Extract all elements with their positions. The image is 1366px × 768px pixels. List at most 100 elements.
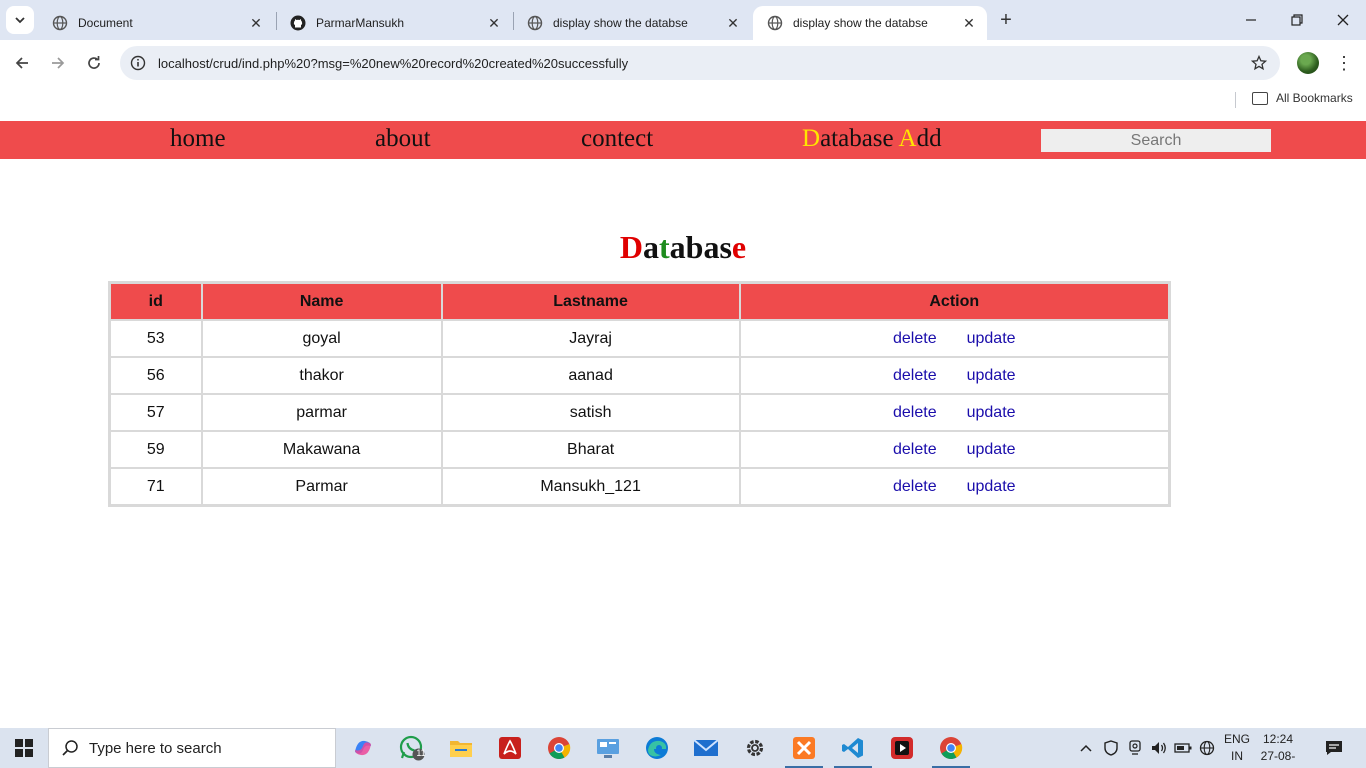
delete-link[interactable]: delete — [893, 441, 937, 458]
title-letter: s — [719, 229, 732, 265]
media-player-icon[interactable] — [887, 733, 917, 763]
cell-name: goyal — [201, 320, 442, 357]
reload-button[interactable] — [80, 49, 108, 77]
bookmarks-divider — [1235, 92, 1236, 108]
delete-link[interactable]: delete — [893, 478, 937, 495]
update-link[interactable]: update — [967, 441, 1016, 458]
tray-overflow-chevron-icon[interactable] — [1077, 728, 1095, 768]
header-id: id — [110, 283, 202, 320]
close-window-button[interactable] — [1320, 0, 1366, 40]
more-menu-icon[interactable]: ⋮ — [1334, 50, 1354, 76]
control-panel-icon[interactable] — [593, 733, 623, 763]
globe-icon — [52, 15, 68, 31]
nav-contect-link[interactable]: contect — [581, 125, 653, 153]
tab-github[interactable]: ParmarMansukh ✕ — [276, 6, 512, 40]
close-icon[interactable]: ✕ — [248, 15, 264, 31]
whatsapp-badge: 11 — [416, 748, 426, 758]
vscode-icon[interactable] — [838, 733, 868, 763]
chevron-down-icon — [15, 17, 25, 24]
tab-label: display show the databse — [793, 16, 928, 30]
header-name: Name — [201, 283, 442, 320]
back-button[interactable] — [8, 49, 36, 77]
github-icon — [290, 15, 306, 31]
cell-action: delete update — [739, 468, 1169, 505]
table-row: 57 parmar satish delete update — [110, 394, 1169, 431]
search-icon — [62, 740, 78, 756]
acrobat-icon[interactable] — [495, 733, 525, 763]
nav-about-link[interactable]: about — [375, 125, 431, 153]
tab-document[interactable]: Document ✕ — [38, 6, 274, 40]
xampp-icon[interactable] — [789, 733, 819, 763]
volume-icon[interactable] — [1148, 728, 1170, 768]
tab-display-database-active[interactable]: display show the databse ✕ — [753, 6, 987, 40]
notifications-icon[interactable] — [1322, 728, 1346, 768]
network-globe-icon[interactable] — [1196, 728, 1218, 768]
arrow-right-icon — [52, 57, 65, 69]
region-code: IN — [1231, 749, 1243, 763]
nav-text: dd — [916, 125, 942, 152]
restore-icon — [1291, 14, 1303, 26]
system-clock[interactable]: 12:24 27-08-24 — [1256, 731, 1300, 768]
settings-gear-icon[interactable] — [740, 733, 770, 763]
chrome-icon[interactable] — [544, 733, 574, 763]
update-link[interactable]: update — [967, 367, 1016, 384]
cell-lastname: Mansukh_121 — [441, 468, 740, 505]
update-link[interactable]: update — [967, 478, 1016, 495]
delete-link[interactable]: delete — [893, 330, 937, 347]
nav-home-link[interactable]: home — [170, 125, 226, 153]
close-icon[interactable]: ✕ — [725, 15, 741, 31]
cell-id: 57 — [110, 394, 202, 431]
edge-icon[interactable] — [642, 733, 672, 763]
all-bookmarks-label: All Bookmarks — [1276, 91, 1353, 105]
tab-search-button[interactable] — [6, 6, 34, 34]
chrome-icon[interactable] — [936, 733, 966, 763]
nav-database-add-link[interactable]: Database Add — [802, 125, 942, 153]
forward-button[interactable] — [44, 49, 72, 77]
whatsapp-icon[interactable]: 11 — [397, 733, 427, 763]
search-input[interactable] — [1041, 129, 1271, 152]
update-link[interactable]: update — [967, 404, 1016, 421]
cell-name: parmar — [201, 394, 442, 431]
mail-icon[interactable] — [691, 733, 721, 763]
copilot-icon[interactable] — [348, 733, 378, 763]
start-button[interactable] — [0, 728, 48, 768]
input-language-indicator[interactable]: ENG IN — [1222, 731, 1252, 765]
close-icon[interactable]: ✕ — [961, 15, 977, 31]
browser-toolbar: localhost/crud/ind.php%20?msg=%20new%20r… — [0, 40, 1366, 86]
cell-lastname: Bharat — [441, 431, 740, 468]
minimize-button[interactable] — [1228, 0, 1274, 40]
cell-id: 56 — [110, 357, 202, 394]
globe-icon — [527, 15, 543, 31]
reload-icon — [88, 56, 100, 69]
bookmark-star-icon[interactable] — [1250, 54, 1268, 72]
highlight-letter-a: A — [898, 125, 917, 152]
delete-link[interactable]: delete — [893, 367, 937, 384]
bookmarks-bar: All Bookmarks — [0, 86, 1366, 114]
new-tab-button[interactable]: + — [994, 8, 1018, 32]
update-link[interactable]: update — [967, 330, 1016, 347]
close-icon[interactable]: ✕ — [486, 15, 502, 31]
folder-icon — [1252, 91, 1268, 105]
webcam-icon[interactable] — [1124, 728, 1146, 768]
globe-icon — [767, 15, 783, 31]
file-explorer-icon[interactable] — [446, 733, 476, 763]
site-navbar: home about contect Database Add — [0, 121, 1366, 159]
battery-icon[interactable] — [1172, 728, 1194, 768]
header-action: Action — [739, 283, 1169, 320]
site-info-icon[interactable] — [130, 55, 146, 71]
profile-avatar[interactable] — [1297, 52, 1319, 74]
restore-button[interactable] — [1274, 0, 1320, 40]
all-bookmarks-button[interactable]: All Bookmarks — [1252, 91, 1353, 105]
close-icon — [1337, 14, 1349, 26]
language-code: ENG — [1223, 732, 1250, 746]
cell-lastname: Jayraj — [441, 320, 740, 357]
taskbar-search-box[interactable]: Type here to search — [48, 728, 336, 768]
title-letter: b — [685, 229, 704, 265]
delete-link[interactable]: delete — [893, 404, 937, 421]
security-shield-icon[interactable] — [1100, 728, 1122, 768]
address-bar[interactable]: localhost/crud/ind.php%20?msg=%20new%20r… — [120, 46, 1280, 80]
tab-display-database[interactable]: display show the databse ✕ — [513, 6, 751, 40]
cell-id: 53 — [110, 320, 202, 357]
cell-action: delete update — [739, 431, 1169, 468]
taskbar-search-placeholder: Type here to search — [89, 739, 222, 757]
